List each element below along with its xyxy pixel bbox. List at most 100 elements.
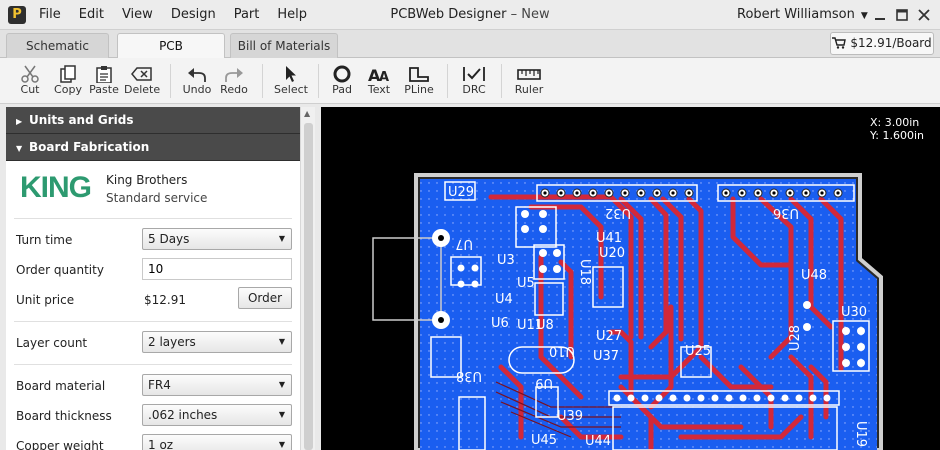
ref-label: U19 <box>853 421 868 447</box>
copper-weight-row: Copper weight 1 oz ▼ <box>14 431 292 450</box>
ref-label: U10 <box>549 343 575 358</box>
panel-scrollbar[interactable]: ▲ <box>300 107 315 450</box>
pcb-board-drawing: U29 U32 U36 U41 U20 U48 U30 U7 U3 U18 U4… <box>372 173 883 450</box>
vendor-card: KING King Brothers Standard service <box>14 161 292 219</box>
pad-button[interactable]: Pad <box>327 58 357 104</box>
board-fabrication-header[interactable]: ▼ Board Fabrication <box>6 134 300 161</box>
board-fabrication-title: Board Fabrication <box>29 140 150 154</box>
title-separator: – <box>506 7 522 22</box>
paste-button[interactable]: Paste <box>88 58 120 104</box>
board-material-select[interactable]: FR4 ▼ <box>142 374 292 396</box>
tab-pcb[interactable]: PCB <box>117 33 225 60</box>
clipboard-icon <box>88 58 120 84</box>
ruler-label: Ruler <box>514 83 544 96</box>
order-quantity-row: Order quantity <box>14 255 292 285</box>
ref-label: U18 <box>577 259 592 285</box>
delete-button[interactable]: Delete <box>124 58 160 104</box>
toolbar-divider <box>170 64 171 98</box>
select-label: Select <box>274 83 308 96</box>
menu-edit[interactable]: Edit <box>70 0 113 30</box>
board-thickness-label: Board thickness <box>16 409 112 423</box>
cut-label: Cut <box>20 83 40 96</box>
redo-label: Redo <box>220 83 248 96</box>
divider <box>14 364 292 365</box>
minimize-icon <box>875 18 885 20</box>
menu-bar: File Edit View Design Part Help <box>30 0 316 30</box>
menu-help[interactable]: Help <box>268 0 316 30</box>
dropdown-arrow-icon: ▼ <box>278 380 285 389</box>
ruler-button[interactable]: Ruler <box>511 58 547 104</box>
maximize-icon <box>896 9 908 21</box>
units-and-grids-title: Units and Grids <box>29 113 134 127</box>
unit-price-label: Unit price <box>16 293 75 307</box>
redo-icon <box>217 58 251 84</box>
select-button[interactable]: Select <box>273 58 309 104</box>
undo-button[interactable]: Undo <box>180 58 214 104</box>
ref-label: U39 <box>557 409 583 424</box>
ref-label: U37 <box>593 349 619 364</box>
ref-label: U3 <box>497 253 515 268</box>
copper-weight-label: Copper weight <box>16 439 104 450</box>
svg-text:A: A <box>379 70 389 83</box>
pointer-icon <box>273 58 309 84</box>
ref-label: U41 <box>596 231 622 246</box>
toolbar-divider <box>447 64 448 98</box>
drc-label: DRC <box>462 83 486 96</box>
layer-count-row: Layer count 2 layers ▼ <box>14 328 292 358</box>
board-material-label: Board material <box>16 379 106 393</box>
text-button[interactable]: AA Text <box>362 58 396 104</box>
dropdown-arrow-icon: ▼ <box>278 234 285 243</box>
document-name: New <box>521 7 550 22</box>
tab-schematic[interactable]: Schematic <box>6 33 109 59</box>
tab-bill-of-materials[interactable]: Bill of Materials <box>230 33 338 59</box>
pcb-canvas[interactable]: U29 U32 U36 U41 U20 U48 U30 U7 U3 U18 U4… <box>321 107 940 450</box>
ref-label: U45 <box>531 433 557 448</box>
price-per-board-label: $12.91/Board <box>850 36 932 50</box>
copper-weight-value: 1 oz <box>148 438 174 450</box>
divider <box>14 321 292 322</box>
app-title: PCBWeb Designer <box>390 7 507 22</box>
unit-price-value: $12.91 <box>144 293 186 307</box>
redo-button[interactable]: Redo <box>217 58 251 104</box>
ref-label: U28 <box>788 325 803 351</box>
layer-count-select[interactable]: 2 layers ▼ <box>142 331 292 353</box>
price-per-board-button[interactable]: $12.91/Board <box>830 32 934 55</box>
maximize-button[interactable] <box>893 6 911 24</box>
turn-time-select[interactable]: 5 Days ▼ <box>142 228 292 250</box>
pline-button[interactable]: PLine <box>401 58 437 104</box>
copy-button[interactable]: Copy <box>52 58 84 104</box>
close-button[interactable] <box>915 6 933 24</box>
turn-time-value: 5 Days <box>148 232 190 246</box>
dropdown-arrow-icon: ▼ <box>278 337 285 346</box>
triangle-down-icon: ▼ <box>16 144 23 153</box>
turn-time-label: Turn time <box>16 233 73 247</box>
order-button[interactable]: Order <box>238 287 292 309</box>
minimize-button[interactable] <box>871 6 889 24</box>
paste-label: Paste <box>89 83 119 96</box>
board-thickness-select[interactable]: .062 inches ▼ <box>142 404 292 426</box>
cart-icon <box>832 37 847 49</box>
copy-icon <box>52 58 84 84</box>
menu-file[interactable]: File <box>30 0 70 30</box>
delete-icon <box>124 58 160 84</box>
copper-weight-select[interactable]: 1 oz ▼ <box>142 434 292 450</box>
ref-label: U6 <box>491 316 509 331</box>
units-and-grids-header[interactable]: ▶ Units and Grids <box>6 107 300 134</box>
menu-part[interactable]: Part <box>225 0 269 30</box>
user-menu[interactable]: Robert Williamson ▼ <box>737 0 868 31</box>
scroll-up-icon[interactable]: ▲ <box>304 109 310 118</box>
ref-label: U32 <box>605 205 631 220</box>
layer-count-value: 2 layers <box>148 335 196 349</box>
ref-label: U27 <box>596 329 622 344</box>
copy-label: Copy <box>54 83 82 96</box>
order-quantity-input[interactable] <box>142 258 292 280</box>
menu-design[interactable]: Design <box>162 0 225 30</box>
drc-button[interactable]: DRC <box>457 58 491 104</box>
title-bar: P File Edit View Design Part Help PCBWeb… <box>0 0 940 30</box>
menu-view[interactable]: View <box>113 0 162 30</box>
ref-label: U8 <box>536 318 554 333</box>
toolbar-divider <box>318 64 319 98</box>
unit-price-row: Unit price $12.91 Order <box>14 285 292 315</box>
scrollbar-thumb[interactable] <box>304 123 313 450</box>
cut-button[interactable]: Cut <box>14 58 46 104</box>
